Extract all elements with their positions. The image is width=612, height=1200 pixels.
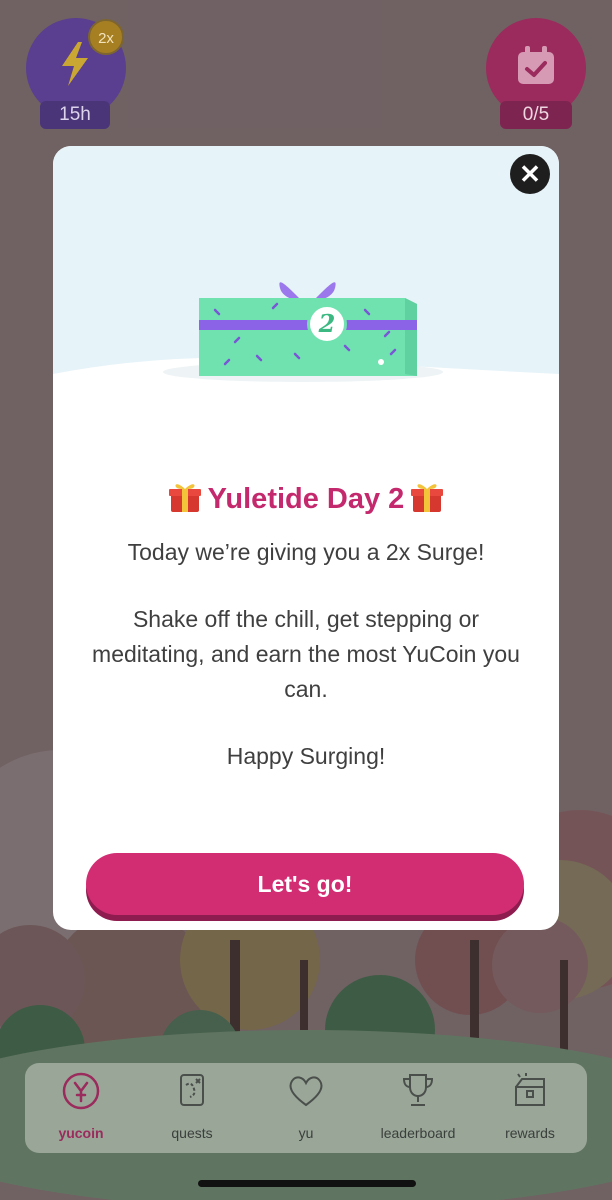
- trophy-icon: [402, 1074, 434, 1106]
- map-scroll-icon: [180, 1074, 204, 1106]
- gift-icon: [168, 484, 201, 512]
- checkin-count: 0/5: [500, 101, 572, 129]
- tab-label: quests: [171, 1125, 213, 1141]
- modal-paragraph: Happy Surging!: [226, 743, 386, 769]
- home-indicator[interactable]: [198, 1180, 416, 1187]
- tab-rewards[interactable]: rewards: [480, 1063, 580, 1153]
- modal-title: Yuletide Day 2: [207, 483, 405, 515]
- lets-go-button[interactable]: Let's go!: [86, 853, 524, 915]
- calendar-check-icon: [518, 46, 554, 84]
- gift-day-badge: 2: [307, 304, 347, 344]
- gift-icon: [411, 484, 444, 512]
- yucoin-icon: [62, 1072, 100, 1110]
- tab-yu[interactable]: yu: [256, 1063, 356, 1153]
- close-button[interactable]: ✕: [510, 154, 550, 194]
- tab-bar: yucoin quests yu leaderboard rewards: [25, 1063, 587, 1153]
- tab-label: yucoin: [58, 1125, 104, 1141]
- yuletide-modal: 2 ✕ Yuletide Day 2 Today we’re giving yo…: [53, 146, 559, 930]
- surge-timer: 15h: [40, 101, 110, 129]
- treasure-chest-icon: [515, 1073, 545, 1106]
- lightning-bolt-icon: [62, 42, 88, 86]
- tab-leaderboard[interactable]: leaderboard: [368, 1063, 468, 1153]
- modal-paragraph: Shake off the chill, get stepping or med…: [92, 606, 520, 702]
- tab-quests[interactable]: quests: [142, 1063, 242, 1153]
- close-icon: ✕: [519, 159, 541, 189]
- heart-icon: [289, 1076, 323, 1107]
- surge-multiplier-badge: 2x: [88, 19, 124, 55]
- tab-label: rewards: [505, 1125, 555, 1141]
- tab-label: leaderboard: [380, 1125, 456, 1141]
- tab-label: yu: [298, 1125, 314, 1141]
- modal-paragraph: Today we’re giving you a 2x Surge!: [127, 539, 485, 565]
- tab-yucoin[interactable]: yucoin: [31, 1063, 131, 1153]
- modal-title-row: Yuletide Day 2: [53, 480, 559, 516]
